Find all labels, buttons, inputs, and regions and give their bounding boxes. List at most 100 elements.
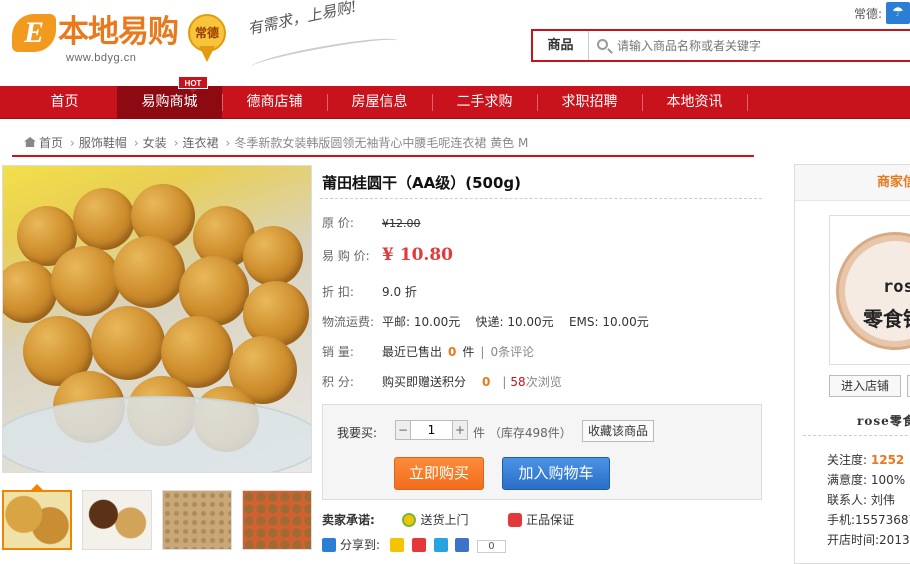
promise-authentic: 正品保证 — [526, 513, 575, 527]
search-icon — [597, 39, 608, 50]
shop-phone-value: 155736877 — [855, 513, 910, 527]
shop-opened-value: 2013 — [879, 533, 910, 547]
sales-prefix: 最近已售出 — [382, 345, 443, 359]
stat-divider: | — [502, 375, 507, 389]
points-prefix: 购买即赠送积分 — [382, 375, 467, 389]
thumbnail-2[interactable] — [82, 490, 152, 550]
renren-icon[interactable] — [455, 538, 470, 552]
shipping-fees: 平邮: 10.00元 快递: 10.00元 EMS: 10.00元 — [382, 315, 649, 329]
breadcrumb-subcategory[interactable]: 女装 — [143, 136, 167, 150]
delivery-icon — [402, 513, 417, 527]
thumbnail-4[interactable] — [242, 490, 312, 550]
shipping-label: 物流运费: — [322, 315, 375, 329]
shop-opened-row: 开店时间:2013 — [827, 531, 910, 548]
buy-now-button[interactable]: 立即购买 — [394, 457, 484, 490]
quantity-stepper: − + — [395, 420, 468, 440]
breadcrumb-category[interactable]: 服饰鞋帽 — [79, 136, 127, 150]
thumbnail-1[interactable] — [2, 490, 72, 550]
search-input[interactable] — [617, 35, 897, 56]
slogan-swoosh — [249, 33, 401, 75]
shop-logo-subtext: 零食铺 — [863, 307, 910, 331]
add-to-cart-button[interactable]: 加入购物车 — [502, 457, 610, 490]
shop-follow-label: 关注度: — [827, 453, 868, 467]
shop-satisfaction-value: 100% — [870, 473, 906, 487]
quantity-decrease-button[interactable]: − — [396, 421, 410, 439]
shop-logo-text: ros — [883, 277, 910, 297]
qzone-icon[interactable] — [389, 538, 404, 552]
shop-logo: ros 零食铺 — [836, 232, 910, 350]
logo-url: www.bdyg.cn — [66, 52, 137, 64]
main-nav: 首页 易购商城 德商店铺 房屋信息 二手求购 求职招聘 本地资讯 — [0, 86, 910, 119]
shop-follow-value: 1252 — [870, 453, 905, 467]
hot-badge: HOT — [178, 76, 208, 93]
review-count-link[interactable]: 0条评论 — [490, 345, 534, 359]
shop-name[interactable]: rose零食 — [857, 412, 910, 429]
breadcrumb-separator: › — [173, 136, 179, 150]
original-price: ¥12.00 — [382, 217, 421, 230]
shop-phone-label: 手机: — [827, 513, 856, 527]
product-main-image[interactable] — [2, 165, 312, 473]
original-price-row: 原 价: ¥12.00 — [322, 214, 421, 231]
shop-divider — [803, 435, 910, 436]
shop-info-panel: 商家信息 ros 零食铺 进入店铺 rose零食 关注度: 1252 满意度: … — [794, 164, 910, 564]
city-badge[interactable]: 常德 — [188, 14, 226, 64]
thumbnail-3[interactable] — [162, 490, 232, 550]
shop-contact-row: 联系人: 刘伟 — [827, 491, 895, 508]
share-icon — [322, 538, 336, 552]
slogan: 有需求，上易购! — [246, 0, 359, 39]
home-icon — [24, 137, 36, 147]
shop-phone-row: 手机:155736877 — [827, 511, 910, 528]
nav-item-news[interactable]: 本地资讯 — [642, 86, 747, 119]
nav-item-jobs[interactable]: 求职招聘 — [537, 86, 642, 119]
discount-label: 折 扣: — [322, 285, 354, 299]
nav-item-housing[interactable]: 房屋信息 — [327, 86, 432, 119]
weibo-icon[interactable] — [411, 538, 426, 552]
search-bar: 商品 — [531, 29, 910, 62]
nav-item-home[interactable]: 首页 — [12, 86, 117, 119]
enter-shop-button[interactable]: 进入店铺 — [829, 375, 901, 397]
location-label: 常德: — [853, 7, 882, 21]
price-row: 易 购 价: ¥ 10.80 — [322, 245, 453, 265]
points-row: 积 分: 购买即赠送积分 0 | 58次浏览 — [322, 373, 562, 390]
promise-label: 卖家承诺: — [322, 513, 375, 527]
breadcrumb-current: 冬季新款女装韩版圆领无袖背心中腰毛呢连衣裙 黄色 M — [234, 136, 529, 150]
breadcrumb-separator: › — [133, 136, 139, 150]
breadcrumb-type[interactable]: 连衣裙 — [182, 136, 218, 150]
breadcrumb: 首页 › 服饰鞋帽 › 女装 › 连衣裙 › 冬季新款女装韩版圆领无袖背心中腰毛呢连衣裙 黄色 … — [24, 134, 531, 152]
price-label: 易 购 价: — [322, 249, 370, 263]
promise-delivery: 送货上门 — [420, 513, 469, 527]
shop-satisfaction-label: 满意度: — [827, 473, 868, 487]
breadcrumb-home[interactable]: 首页 — [39, 136, 63, 150]
share-label: 分享到: — [340, 538, 381, 552]
logo-text: 本地易购 — [58, 14, 179, 50]
map-pin-icon — [199, 46, 215, 62]
breadcrumb-underline — [12, 155, 754, 157]
quantity-input[interactable] — [410, 421, 453, 439]
site-logo[interactable]: E 本地易购 www.bdyg.cn — [12, 10, 182, 66]
weather-icon[interactable]: ☂ — [886, 2, 910, 24]
sales-label: 销 量: — [322, 345, 354, 359]
shop-logo-frame[interactable]: ros 零食铺 — [829, 215, 910, 365]
stock-info: 件 （库存498件） — [473, 426, 572, 440]
quantity-increase-button[interactable]: + — [453, 421, 467, 439]
purchase-box: 我要买: − + 件 （库存498件） 收藏该商品 立即购买 加入购物车 — [322, 404, 762, 500]
shop-follow-row: 关注度: 1252 — [827, 451, 904, 468]
nav-item-mall[interactable]: 易购商城 — [117, 86, 222, 119]
site-header: E 本地易购 www.bdyg.cn 常德 有需求，上易购! 常德: ☂ 商品 — [0, 0, 910, 86]
nav-divider — [747, 94, 748, 111]
shop-opened-label: 开店时间: — [827, 533, 880, 547]
breadcrumb-separator: › — [70, 136, 75, 150]
tencent-weibo-icon[interactable] — [433, 538, 448, 552]
sales-unit: 件 — [462, 345, 475, 359]
sales-count: 0 — [448, 345, 457, 359]
favorite-button[interactable]: 收藏该商品 — [582, 420, 655, 442]
search-category[interactable]: 商品 — [533, 31, 589, 60]
shipping-row: 物流运费: 平邮: 10.00元 快递: 10.00元 EMS: 10.00元 — [322, 313, 649, 330]
shop-contact-value: 刘伟 — [870, 493, 895, 507]
views-count: 58 — [510, 375, 526, 389]
sales-row: 销 量: 最近已售出 0 件 | 0条评论 — [322, 343, 534, 360]
nav-item-secondhand[interactable]: 二手求购 — [432, 86, 537, 119]
nav-item-shops[interactable]: 德商店铺 — [222, 86, 327, 119]
shop-contact-label: 联系人: — [827, 493, 868, 507]
shop-info-header: 商家信息 — [795, 165, 910, 201]
